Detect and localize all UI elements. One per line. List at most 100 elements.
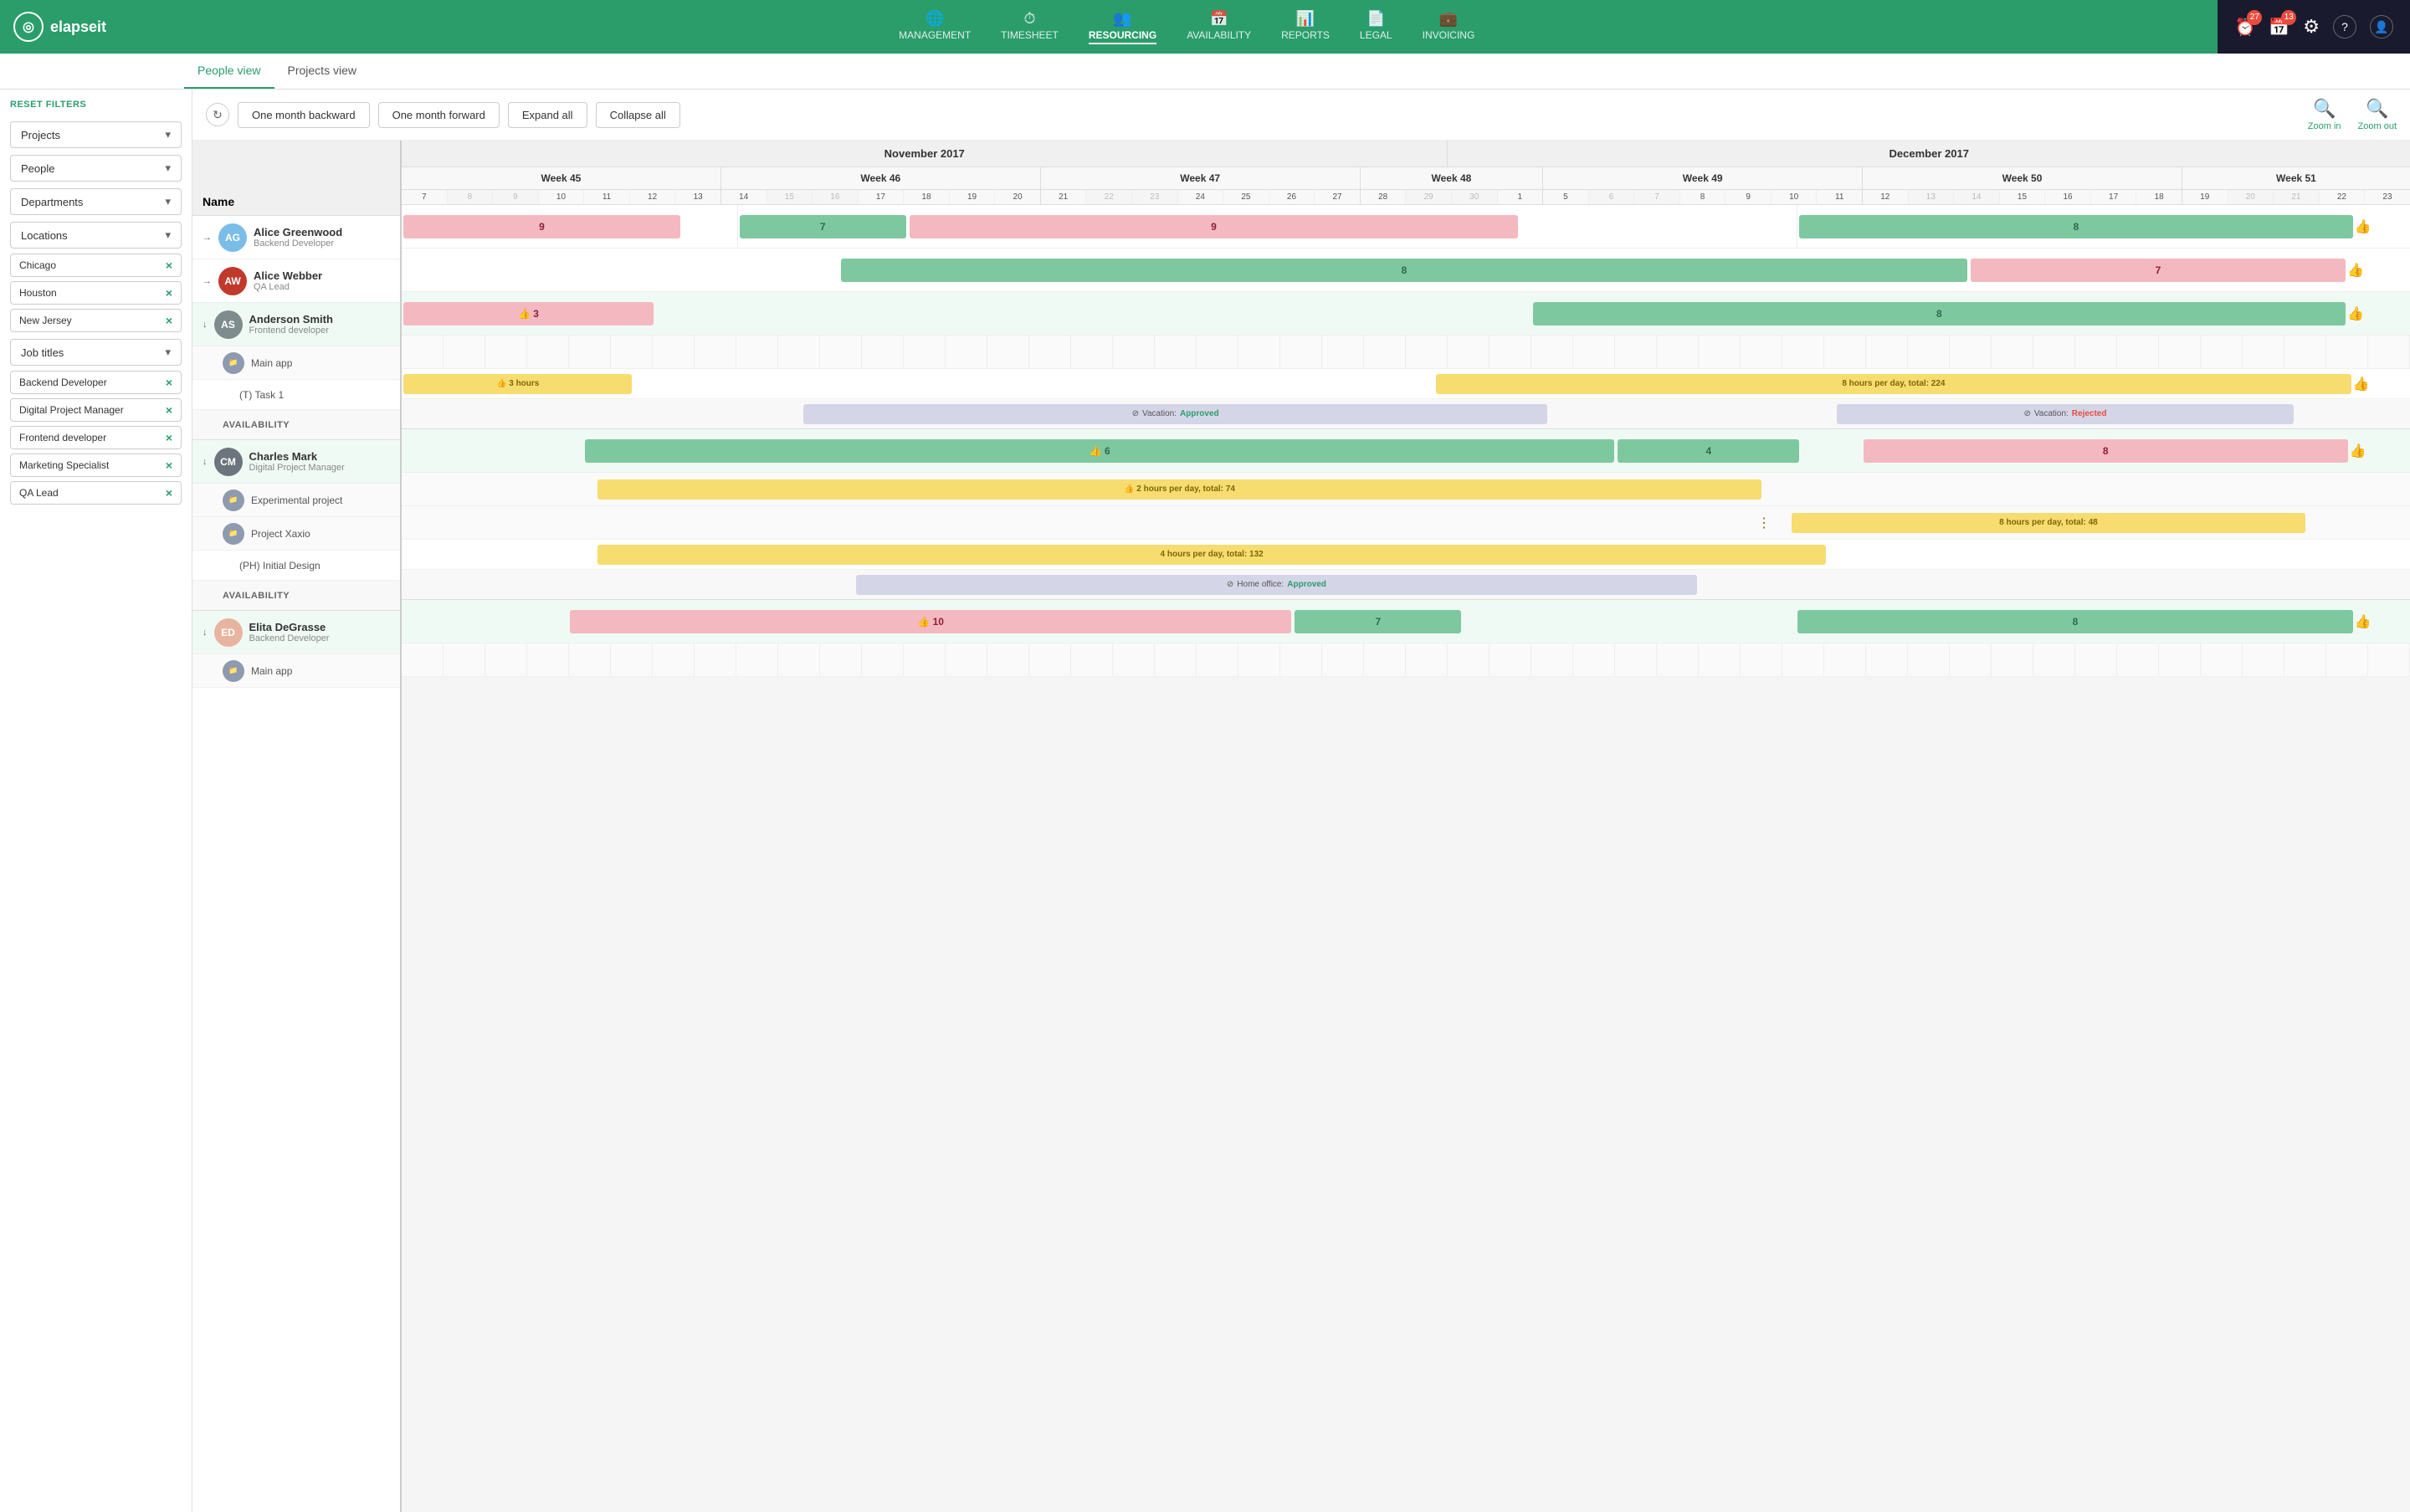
nav-refresh-button[interactable]: ↻ xyxy=(206,103,229,126)
reports-icon: 📊 xyxy=(1281,10,1330,28)
avatar-mainapp-elita: 📁 xyxy=(223,660,244,682)
expand-alice-w[interactable]: → xyxy=(203,276,212,286)
bar-alice-w-1[interactable]: 8 xyxy=(841,259,1967,282)
bar-alice-w-2[interactable]: 7 xyxy=(1971,259,2346,282)
bar-alice-g-3[interactable]: 9 xyxy=(910,215,1519,238)
nav-timesheet[interactable]: ⏱ TIMESHEET xyxy=(1001,10,1059,44)
nav-availability[interactable]: 📅 AVAILABILITY xyxy=(1187,10,1251,44)
bar-elita-1[interactable]: 👍 10 xyxy=(570,610,1291,633)
remove-houston-icon[interactable]: × xyxy=(166,286,172,300)
task1-label: (T) Task 1 xyxy=(239,389,284,401)
gantt-scroll-area: November 2017 December 2017 Week 45 Week… xyxy=(402,141,2410,1512)
reset-filters-button[interactable]: RESET FILTERS xyxy=(10,100,182,110)
gantt-subrow-experimental: 👍 2 hours per day, total: 74 xyxy=(402,473,2410,506)
departments-filter[interactable]: Departments ▾ xyxy=(10,188,182,215)
nav-legal[interactable]: 📄 LEGAL xyxy=(1360,10,1392,44)
bar-xaxio[interactable]: 8 hours per day, total: 48 xyxy=(1792,513,2305,533)
user-button[interactable]: 👤 xyxy=(2370,15,2393,38)
locations-filter[interactable]: Locations ▾ xyxy=(10,222,182,249)
title-anderson: Frontend developer xyxy=(249,325,333,336)
bar-vacation-anderson[interactable]: ⊘ Vacation: Approved xyxy=(803,404,1546,424)
bar-elita-3[interactable]: 8 xyxy=(1797,610,2352,633)
nav-reports[interactable]: 📊 REPORTS xyxy=(1281,10,1330,44)
gantt-row-alice-w: 8 7 👍 xyxy=(402,249,2410,292)
logo-icon: ◎ xyxy=(13,12,44,42)
expand-charles[interactable]: ↓ xyxy=(203,457,208,467)
gantt-subrow-mainapp-elita xyxy=(402,643,2410,677)
help-button[interactable]: ? xyxy=(2333,15,2356,38)
expand-anderson[interactable]: ↓ xyxy=(203,320,208,330)
remove-frontend-icon[interactable]: × xyxy=(166,431,172,444)
frontend-dev-tag[interactable]: Frontend developer × xyxy=(10,426,182,449)
people-filter[interactable]: People ▾ xyxy=(10,155,182,182)
bar-elita-2[interactable]: 7 xyxy=(1295,610,1461,633)
bar-task1-1[interactable]: 👍 3 hours xyxy=(403,374,632,394)
remove-backend-icon[interactable]: × xyxy=(166,376,172,389)
bar-alice-g-2[interactable]: 7 xyxy=(740,215,906,238)
month-dec: December 2017 xyxy=(1448,141,2410,167)
avatar-mainapp: 📁 xyxy=(223,352,244,374)
settings-button[interactable]: ⚙ xyxy=(2303,16,2320,38)
nav-items: 🌐 MANAGEMENT ⏱ TIMESHEET 👥 RESOURCING 📅 … xyxy=(156,10,2218,44)
notifications-button[interactable]: ⏰ 27 xyxy=(2234,17,2255,38)
bar-charles-2[interactable]: 4 xyxy=(1618,439,1799,463)
person-row-elita: ↓ ED Elita DeGrasse Backend Developer xyxy=(192,611,400,654)
one-month-backward-button[interactable]: One month backward xyxy=(238,102,370,128)
remove-digital-pm-icon[interactable]: × xyxy=(166,403,172,417)
taskrow-task1: (T) Task 1 xyxy=(192,380,400,410)
avatar-elita: ED xyxy=(214,618,243,647)
availability-icon: 📅 xyxy=(1187,10,1251,28)
remove-qa-icon[interactable]: × xyxy=(166,486,172,500)
remove-marketing-icon[interactable]: × xyxy=(166,459,172,472)
expand-elita[interactable]: ↓ xyxy=(203,628,208,638)
projects-filter[interactable]: Projects ▾ xyxy=(10,121,182,148)
remove-newjersey-icon[interactable]: × xyxy=(166,314,172,327)
chicago-tag[interactable]: Chicago × xyxy=(10,254,182,277)
month-nov: November 2017 xyxy=(402,141,1448,167)
bar-charles-1[interactable]: 👍 6 xyxy=(585,439,1614,463)
help-icon: ? xyxy=(2341,20,2348,33)
job-titles-filter[interactable]: Job titles ▾ xyxy=(10,339,182,366)
nav-management[interactable]: 🌐 MANAGEMENT xyxy=(899,10,971,44)
bar-anderson-2[interactable]: 8 xyxy=(1533,302,2346,325)
bar-anderson-1[interactable]: 👍 3 xyxy=(403,302,654,325)
bar-alice-g-4[interactable]: 8 xyxy=(1799,215,2353,238)
bar-vacation-anderson-2[interactable]: ⊘ Vacation: Rejected xyxy=(1837,404,2295,424)
vacation-circle-icon: ⊘ xyxy=(1132,409,1139,418)
nav-invoicing[interactable]: 💼 INVOICING xyxy=(1423,10,1475,44)
expand-alice-g[interactable]: → xyxy=(203,233,212,243)
people-dropdown-icon: ▾ xyxy=(165,161,171,175)
bar-experimental[interactable]: 👍 2 hours per day, total: 74 xyxy=(597,479,1761,500)
backend-dev-tag[interactable]: Backend Developer × xyxy=(10,371,182,394)
qa-lead-tag[interactable]: QA Lead × xyxy=(10,481,182,505)
zoom-out-button[interactable]: 🔍 Zoom out xyxy=(2358,98,2397,131)
legal-icon: 📄 xyxy=(1360,10,1392,28)
bar-task1-2[interactable]: 8 hours per day, total: 224 xyxy=(1436,374,2351,394)
bar-charles-3[interactable]: 8 xyxy=(1864,439,2348,463)
month-headers: November 2017 December 2017 xyxy=(402,141,2410,167)
nav-resourcing[interactable]: 👥 RESOURCING xyxy=(1089,10,1156,44)
tab-projects-view[interactable]: Projects view xyxy=(274,54,370,89)
marketing-specialist-tag[interactable]: Marketing Specialist × xyxy=(10,454,182,477)
expand-all-button[interactable]: Expand all xyxy=(508,102,587,128)
timesheet-icon: ⏱ xyxy=(1001,10,1059,28)
houston-tag[interactable]: Houston × xyxy=(10,281,182,305)
logo-area[interactable]: ◎ elapseit xyxy=(13,12,156,42)
avatar-alice-w: AW xyxy=(218,267,247,295)
digital-pm-tag[interactable]: Digital Project Manager × xyxy=(10,398,182,422)
newjersey-tag[interactable]: New Jersey × xyxy=(10,309,182,332)
bar-alice-g-1[interactable]: 9 xyxy=(403,215,680,238)
gantt-row-anderson: 👍 3 8 👍 xyxy=(402,292,2410,336)
remove-chicago-icon[interactable]: × xyxy=(166,259,172,272)
initial-design-label: (PH) Initial Design xyxy=(239,560,320,571)
title-alice-w: QA Lead xyxy=(254,282,322,292)
bar-initial-design[interactable]: 4 hours per day, total: 132 xyxy=(597,545,1827,565)
bar-homeoffice-charles[interactable]: ⊘ Home office: Approved xyxy=(856,575,1697,595)
calendar-button[interactable]: 📅 13 xyxy=(2269,17,2290,38)
tab-people-view[interactable]: People view xyxy=(184,54,274,89)
notification-badge: 27 xyxy=(2247,10,2262,25)
one-month-forward-button[interactable]: One month forward xyxy=(378,102,500,128)
title-charles: Digital Project Manager xyxy=(249,463,345,473)
collapse-all-button[interactable]: Collapse all xyxy=(596,102,680,128)
zoom-in-button[interactable]: 🔍 Zoom in xyxy=(2308,98,2341,131)
